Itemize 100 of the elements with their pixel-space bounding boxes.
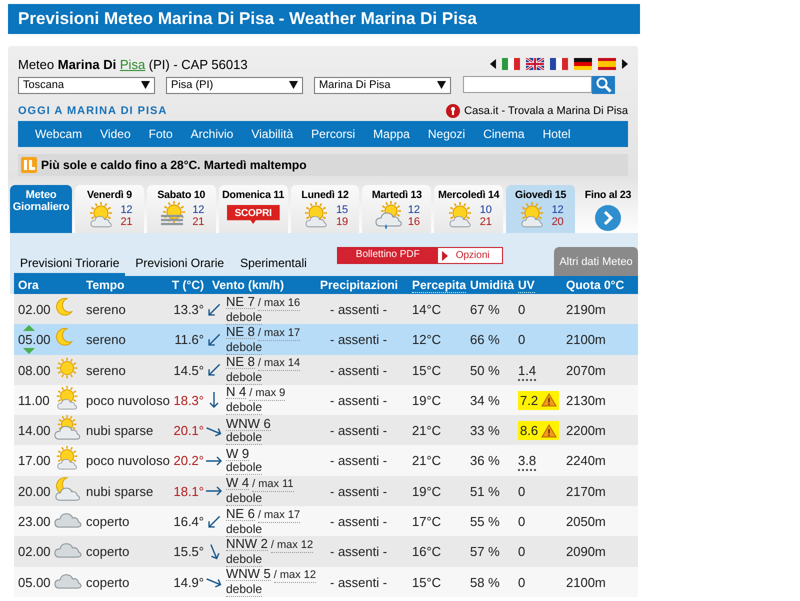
forecast-row[interactable]: 11.00 poco nuvoloso 18.3° N 4 / max 9 debole - assenti - 19°C 34 % 7.2 2130m [14, 384, 638, 416]
dropdown[interactable]: Marina Di Pisa [314, 76, 451, 94]
wind-speed: N 4 [226, 385, 246, 400]
min-temperature: 12 [552, 204, 564, 216]
discover-badge[interactable]: SCOPRI [226, 205, 280, 224]
column-header[interactable]: UV [518, 278, 566, 292]
table-cell: 11.00 [18, 392, 50, 408]
wind-gust: / max 12 [274, 569, 316, 584]
forecast-row[interactable]: 14.00 nubi sparse 20.1° WNW 6 debole - assenti - 21°C 33 % 8.6 2200m [14, 415, 638, 446]
day-tab[interactable]: Sabato 10 12 21 [146, 185, 216, 233]
table-cell: 0 [518, 332, 526, 348]
column-header[interactable]: Percepita [408, 278, 470, 292]
forecast-subtab[interactable]: Previsioni Orarie [129, 256, 230, 276]
forecast-row[interactable]: 05.00 coperto 14.9° WNW 5 / max 12 debole - assenti - 15°C 58 % 0 2100m [14, 566, 638, 597]
table-cell: 02.00 [18, 302, 51, 317]
flag-icon[interactable] [550, 58, 568, 70]
table-cell: 50 % [470, 362, 500, 378]
nav-link[interactable]: Viabilità [242, 127, 302, 141]
forecast-row[interactable]: 08.00 sereno 14.5° NE 8 / max 14 debole - assenti - 15°C 50 % 1.4 2070m [14, 354, 638, 385]
table-cell: - assenti - [330, 302, 388, 317]
nav-link[interactable]: Foto [140, 127, 182, 141]
caret-icon [289, 81, 298, 89]
table-cell: 0 [518, 302, 526, 317]
table-cell: 19°C [412, 392, 442, 408]
daily-forecast-tab[interactable]: Meteo Giornaliero [10, 185, 72, 233]
column-header: Vento (km/h) [211, 278, 286, 292]
table-cell: 0 [518, 574, 526, 590]
uv-warning-badge: 7.2 [518, 390, 560, 410]
table-cell: 11.6° [174, 332, 204, 348]
flag-icon[interactable] [526, 58, 544, 70]
forecast-row[interactable]: 02.00 sereno 13.3° NE 7 / max 16 debole - assenti - 14°C 67 % 0 2190m [14, 294, 638, 324]
forecast-subtab[interactable]: Sperimentali [234, 256, 313, 276]
table-cell: poco nuvoloso [86, 453, 170, 468]
promo-link[interactable]: Casa.it - Trovala a Marina Di Pisa [464, 105, 628, 117]
min-temperature: 12 [120, 204, 132, 216]
nav-link[interactable]: Cinema [474, 127, 534, 141]
table-cell: - assenti - [330, 514, 388, 530]
news-headline[interactable]: Più sole e caldo fino a 28°C. Martedì maltempo [41, 158, 307, 172]
wind-gust: / max 14 [258, 357, 300, 372]
nav-link[interactable]: Hotel [534, 127, 580, 141]
max-temperature: 20 [552, 216, 564, 228]
nav-link[interactable]: Percorsi [302, 127, 364, 141]
table-cell: 34 % [470, 392, 500, 408]
max-temperature: 21 [480, 216, 492, 228]
table-cell: 2100m [566, 332, 606, 348]
min-temperature: 12 [408, 204, 420, 216]
forecast-row[interactable]: 23.00 coperto 16.4° NE 6 / max 17 debole - assenti - 17°C 55 % 0 2050m [14, 506, 638, 536]
wind-gust: / max 17 [258, 508, 300, 523]
today-link[interactable]: OGGI A MARINA DI PISA [18, 105, 168, 117]
dropdown[interactable]: Toscana [18, 76, 155, 94]
wind-gust: / max 12 [270, 538, 314, 553]
table-cell: 51 % [470, 484, 500, 499]
forecast-row[interactable]: 20.00 nubi sparse 18.1° W 4 / max 11 debole - assenti - 19°C 51 % 0 2170m [14, 476, 638, 506]
table-cell: 23.00 [18, 514, 51, 530]
nav-link[interactable]: Webcam [26, 127, 92, 141]
day-tab[interactable]: Venerdì 9 12 21 [75, 185, 144, 233]
day-tab[interactable]: Lunedì 12 15 19 [290, 185, 360, 233]
table-cell: 66 % [470, 332, 500, 348]
table-cell: 2090m [566, 544, 606, 560]
forecast-row[interactable]: 02.00 coperto 15.5° NNW 2 / max 12 debole - assenti - 16°C 57 % 0 2090m [14, 536, 638, 567]
table-cell: 20.00 [18, 484, 51, 499]
uv-warning-badge: 8.6 [518, 421, 560, 440]
table-cell: 13.3° [173, 302, 204, 317]
table-cell: 2170m [566, 484, 606, 499]
search-button[interactable] [592, 76, 615, 94]
table-cell: coperto [86, 514, 130, 530]
table-cell: - assenti - [330, 362, 388, 378]
column-header: Ora [17, 278, 40, 292]
column-header: Quota 0°C [566, 278, 626, 292]
day-tab[interactable]: Mercoledì 14 10 21 [434, 185, 504, 233]
wind-speed: W 9 [226, 446, 250, 461]
column-header: Umidità [470, 278, 516, 292]
forecast-row[interactable]: 17.00 poco nuvoloso 20.2° W 9 debole - assenti - 21°C 36 % 3.8 2240m [14, 445, 638, 476]
caret-icon [437, 81, 446, 89]
options-button[interactable]: Opzioni [438, 248, 502, 263]
max-temperature: 21 [120, 216, 132, 228]
wind-strength: debole [226, 583, 262, 597]
table-cell: 20.1° [173, 423, 204, 438]
flag-icon[interactable] [574, 58, 592, 70]
province-link[interactable]: Pisa [120, 56, 146, 72]
nav-link[interactable]: Mappa [364, 127, 419, 141]
more-days-tab[interactable]: Fino al 23 [578, 185, 638, 233]
wind-speed: NNW 2 [226, 536, 268, 551]
table-cell: - assenti - [330, 574, 388, 590]
left-arrow-icon[interactable] [490, 59, 496, 69]
nav-link[interactable]: Negozi [418, 127, 474, 141]
pdf-button[interactable]: Bollettino PDF [338, 248, 438, 263]
day-tab[interactable]: Martedì 13 12 16 [362, 185, 432, 233]
day-tab[interactable]: Domenica 11 SCOPRI [218, 185, 288, 233]
day-tab[interactable]: Giovedì 15 12 20 [506, 185, 575, 233]
min-temperature: 15 [336, 204, 348, 216]
right-arrow-icon[interactable] [622, 59, 628, 69]
search-field[interactable] [463, 76, 592, 93]
nav-link[interactable]: Video [91, 127, 140, 141]
min-temperature: 10 [480, 204, 492, 216]
wind-strength: debole [226, 460, 262, 475]
min-temperature: 12 [192, 204, 204, 216]
wind-speed: NE 8 [226, 355, 255, 370]
nav-link[interactable]: Archivio [182, 127, 242, 141]
dropdown[interactable]: Pisa (PI) [166, 76, 303, 94]
